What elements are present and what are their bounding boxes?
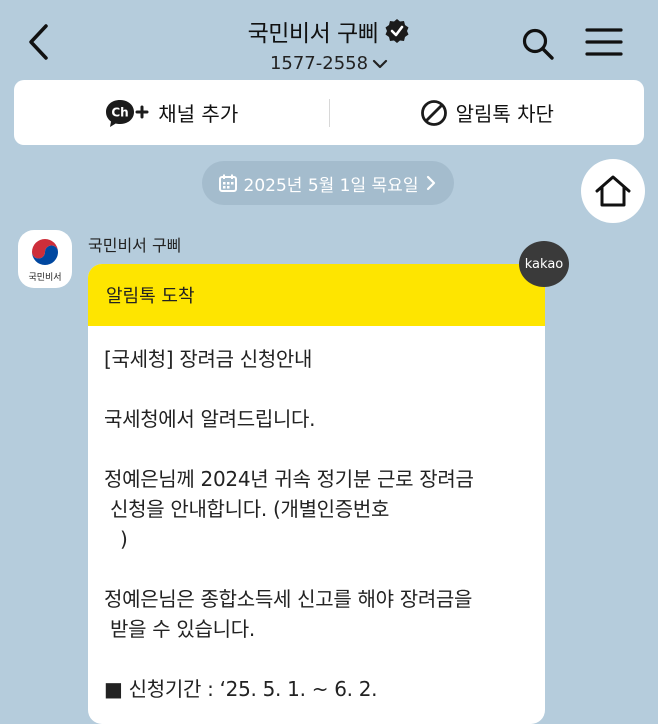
message-line: 신청을 안내합니다. (개별인증번호 [110,497,390,521]
message-line: 받을 수 있습니다. [110,617,255,641]
block-icon [420,99,448,127]
verified-badge-icon [384,18,410,44]
alimtalk-message-bubble[interactable]: 알림톡 도착 [국세청] 장려금 신청안내 국세청에서 알려드립니다. 정예은님… [88,264,545,724]
sender-avatar[interactable]: 국민비서 [18,230,72,288]
search-icon [522,28,554,60]
message-line: 정예은님은 종합소득세 신고를 해야 장려금을 [104,587,473,611]
channel-action-bar: Ch 채널 추가 알림톡 차단 [14,80,644,145]
add-channel-label: 채널 추가 [158,102,239,126]
phone-number: 1577-2558 [269,53,369,74]
menu-button[interactable] [584,26,624,58]
add-channel-button[interactable]: Ch 채널 추가 [14,80,329,145]
home-icon [595,175,631,207]
message-body: [국세청] 장려금 신청안내 국세청에서 알려드립니다. 정예은님께 2024년… [88,326,545,704]
alimtalk-header: 알림톡 도착 [88,264,545,326]
message-line: ) [120,527,128,551]
search-button[interactable] [520,26,556,62]
taegeuk-logo-icon [32,239,58,265]
phone-number-dropdown[interactable]: 1577-2558 [270,53,388,74]
message-line: ■ 신청기간 : ‘25. 5. 1. ~ 6. 2. [104,677,378,701]
home-button[interactable] [581,159,645,223]
date-divider[interactable]: 2025년 5월 1일 목요일 [202,161,454,205]
channel-plus-icon: Ch [104,98,150,128]
block-alimtalk-button[interactable]: 알림톡 차단 [330,80,645,145]
kakao-badge: kakao [519,241,569,287]
chat-header: 국민비서 구삐 1577-2558 [0,0,658,78]
block-alimtalk-label: 알림톡 차단 [455,102,554,126]
message-paragraph: 정예은님은 종합소득세 신고를 해야 장려금을 받을 수 있습니다. [104,584,529,644]
sender-name: 국민비서 구삐 [88,236,182,255]
svg-text:Ch: Ch [112,105,129,119]
chat-title: 국민비서 구삐 [247,21,379,47]
chevron-right-icon [424,175,438,191]
message-paragraph: 정예은님께 2024년 귀속 정기분 근로 장려금 신청을 안내합니다. (개별… [104,464,529,554]
calendar-icon [218,173,238,193]
message-line: 정예은님께 2024년 귀속 정기분 근로 장려금 [104,467,474,491]
menu-icon [585,28,623,56]
chevron-down-icon [372,59,388,68]
alimtalk-header-label: 알림톡 도착 [106,286,195,307]
title-area: 국민비서 구삐 1577-2558 [0,14,658,74]
date-text: 2025년 5월 1일 목요일 [243,175,419,196]
avatar-label: 국민비서 [28,273,62,283]
message-line: 국세청에서 알려드립니다. [104,407,316,431]
message-line: [국세청] 장려금 신청안내 [104,347,313,371]
